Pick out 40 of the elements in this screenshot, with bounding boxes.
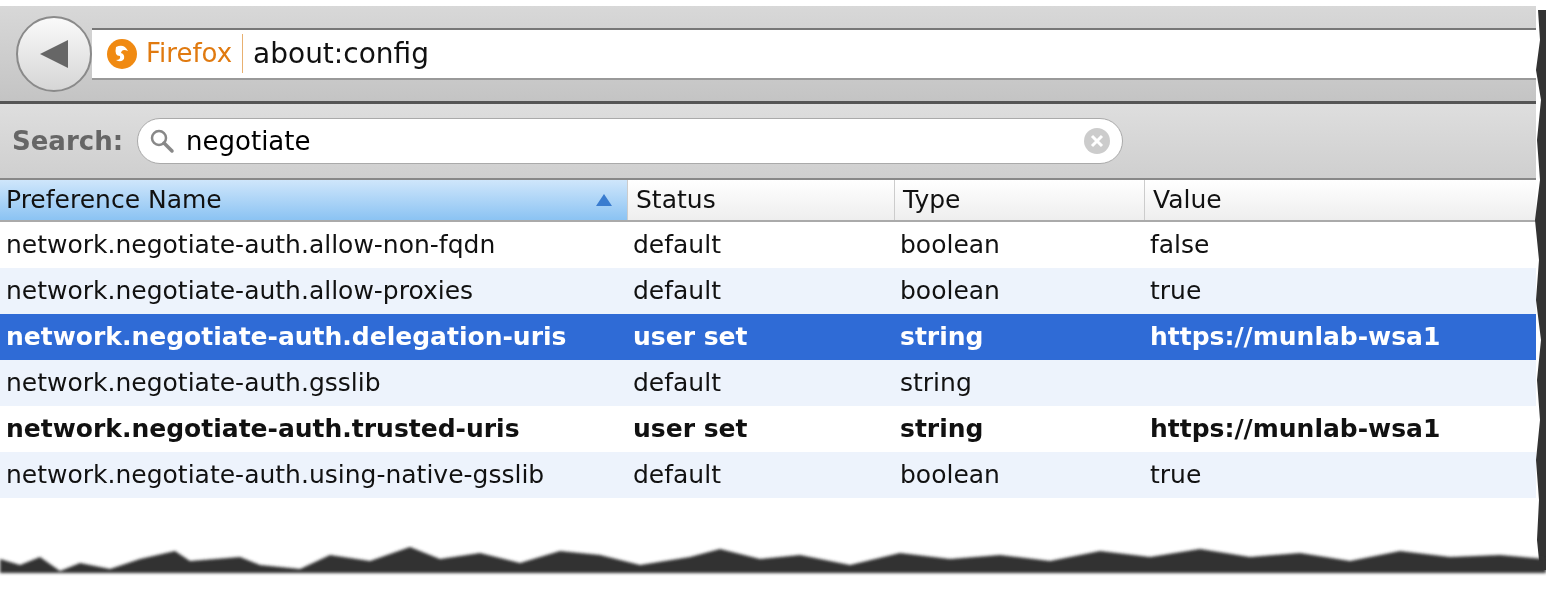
table-cell: default <box>633 276 721 306</box>
preference-row[interactable]: network.negotiate-auth.allow-proxies default boolean true <box>0 268 1536 314</box>
search-label: Search: <box>12 124 124 158</box>
table-cell: https://munlab-wsa1 <box>1150 322 1441 352</box>
preference-row[interactable]: network.negotiate-auth.allow-non-fqdn default boolean false <box>0 222 1536 268</box>
column-header[interactable]: Value <box>1144 180 1536 220</box>
sort-arrow-icon <box>595 193 613 207</box>
table-cell: network.negotiate-auth.allow-proxies <box>6 276 474 306</box>
table-cell: string <box>900 414 984 444</box>
preference-row[interactable]: network.negotiate-auth.delegation-uris user set string https://munlab-wsa1 <box>0 314 1536 360</box>
table-cell: user set <box>633 414 748 444</box>
search-field[interactable]: negotiate <box>137 118 1124 164</box>
table-cell: https://munlab-wsa1 <box>1150 414 1441 444</box>
table-cell: user set <box>633 322 748 352</box>
table-cell: network.negotiate-auth.using-native-gsslib <box>6 460 545 490</box>
table-cell: network.negotiate-auth.trusted-uris <box>6 414 520 444</box>
table-cell: string <box>900 322 984 352</box>
preference-row[interactable]: network.negotiate-auth.trusted-uris user set string https://munlab-wsa1 <box>0 406 1536 452</box>
table-cell: false <box>1150 230 1210 260</box>
table-cell: string <box>900 368 972 398</box>
table-cell: true <box>1150 276 1202 306</box>
search-icon <box>149 128 176 154</box>
table-cell: boolean <box>900 460 1000 490</box>
table-cell: default <box>633 368 721 398</box>
preference-row[interactable]: network.negotiate-auth.gsslib default string <box>0 360 1536 406</box>
table-cell: network.negotiate-auth.gsslib <box>6 368 381 398</box>
preference-row[interactable]: network.negotiate-auth.using-native-gsslib default boolean true <box>0 452 1536 498</box>
table-cell: boolean <box>900 276 1000 306</box>
url-text: about:config <box>252 35 429 72</box>
browser-logo-icon <box>106 37 138 70</box>
column-header[interactable]: Type <box>894 180 1144 220</box>
table-cell: network.negotiate-auth.delegation-uris <box>6 322 567 352</box>
table-cell: default <box>633 230 721 260</box>
table-cell: network.negotiate-auth.allow-non-fqdn <box>6 230 496 260</box>
table-cell: default <box>633 460 721 490</box>
column-header[interactable]: Status <box>627 180 894 220</box>
address-bar[interactable]: Firefox about:config <box>92 27 1536 80</box>
table-cell: boolean <box>900 230 1000 260</box>
column-header[interactable]: Preference Name <box>0 180 627 220</box>
table-cell: true <box>1150 460 1202 490</box>
